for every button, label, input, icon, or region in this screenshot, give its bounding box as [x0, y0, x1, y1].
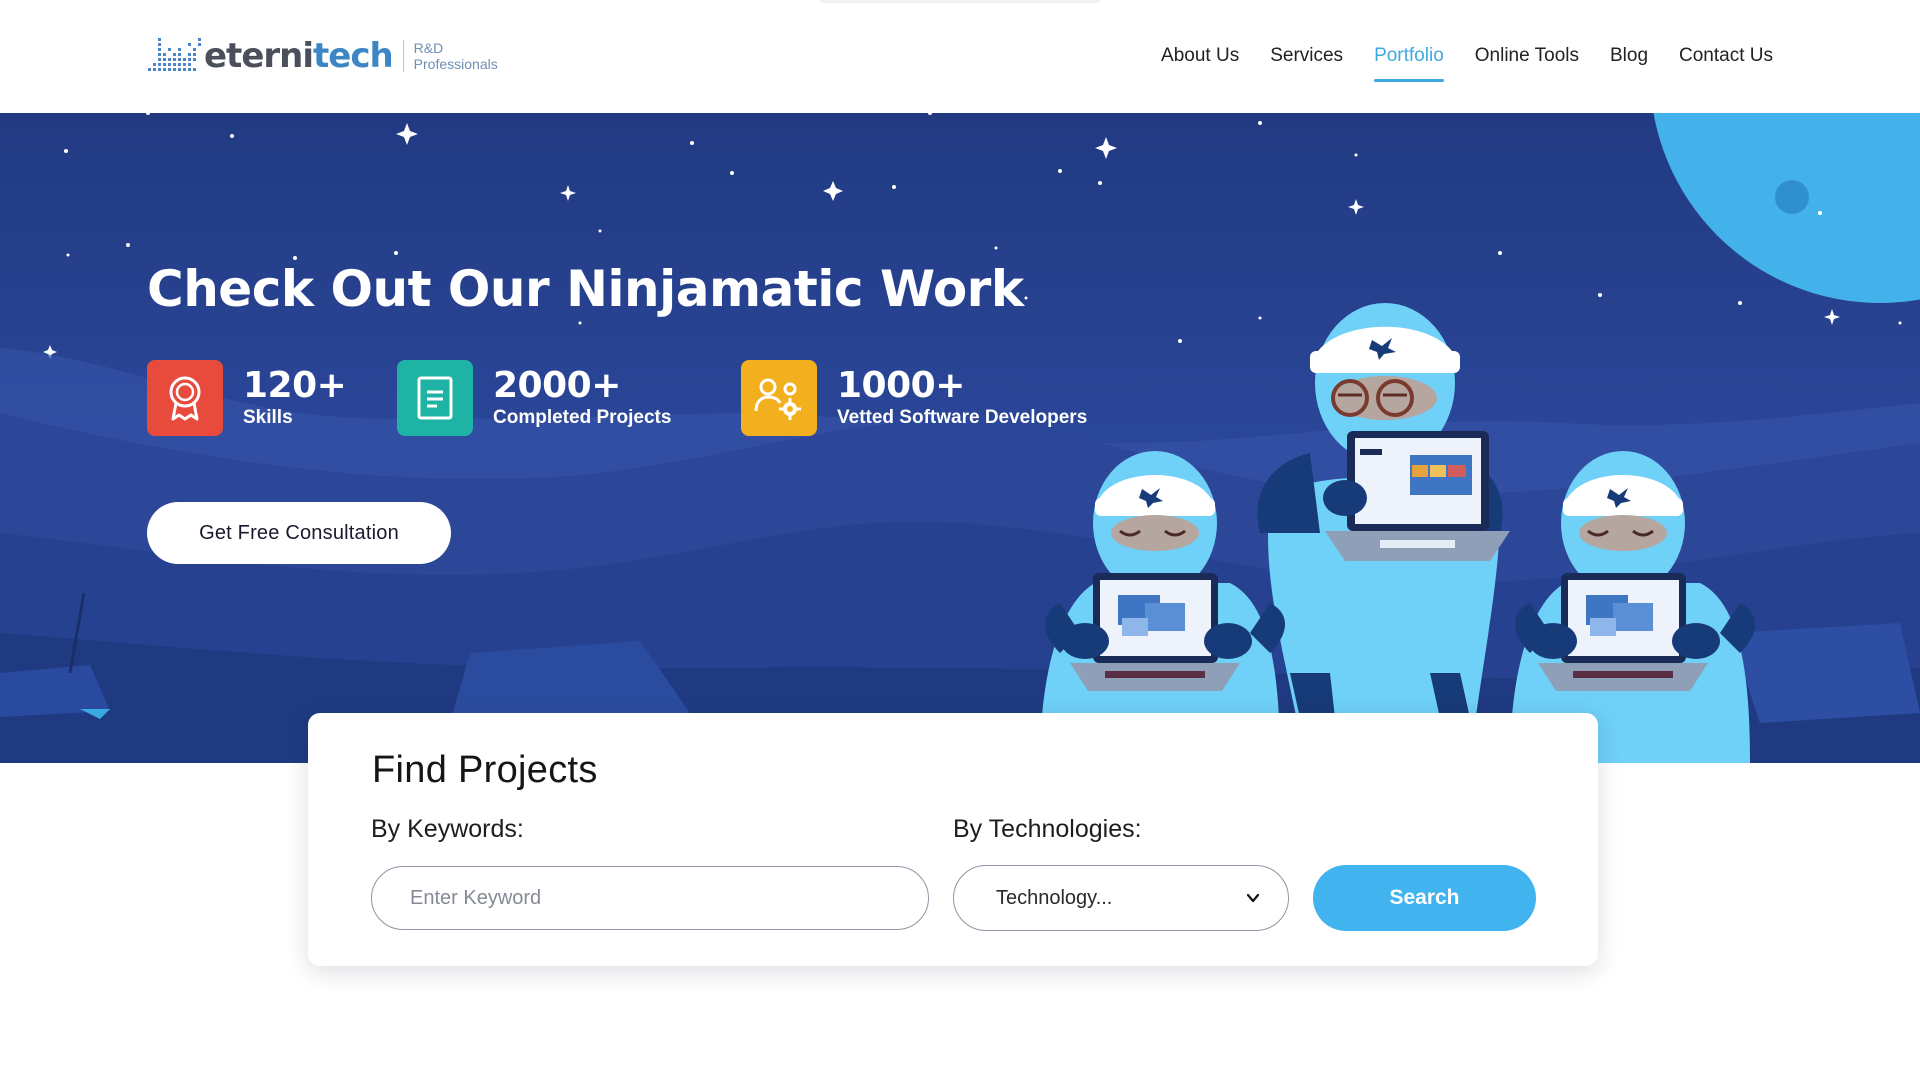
stat-developers: 1000+ Vetted Software Developers: [741, 360, 1087, 436]
ninja-center: [1257, 303, 1510, 763]
technologies-label: By Technologies:: [953, 815, 1142, 843]
nav-about-us[interactable]: About Us: [1161, 42, 1239, 82]
stat-developers-label: Vetted Software Developers: [837, 407, 1088, 428]
logo-tagline-line1: R&D: [413, 40, 444, 56]
stat-skills-value: 120+: [243, 365, 347, 406]
keywords-label: By Keywords:: [371, 815, 524, 843]
logo-wordmark: eternitech: [204, 34, 394, 78]
logo-word-part2: tech: [313, 36, 394, 76]
find-projects-card: Find Projects By Keywords: By Technologi…: [308, 713, 1598, 966]
header-notch: [820, 0, 1100, 3]
nav-online-tools[interactable]: Online Tools: [1475, 42, 1579, 82]
stat-projects-label: Completed Projects: [493, 407, 672, 428]
document-icon: [397, 360, 473, 436]
logo-word-part1: eterni: [204, 36, 314, 76]
site-header: eternitech R&D Professionals About Us Se…: [0, 0, 1920, 113]
eternitech-logo[interactable]: eternitech R&D Professionals: [146, 34, 498, 78]
stat-skills-label: Skills: [243, 407, 293, 428]
stat-projects: 2000+ Completed Projects: [397, 360, 671, 436]
nav-portfolio[interactable]: Portfolio: [1374, 42, 1444, 82]
logo-tagline-line2: Professionals: [413, 56, 498, 72]
get-free-consultation-button[interactable]: Get Free Consultation: [147, 502, 451, 564]
technology-select[interactable]: Technology...: [953, 865, 1289, 931]
nav-blog[interactable]: Blog: [1610, 42, 1648, 82]
hero-illustration: [0, 113, 1920, 763]
search-button[interactable]: Search: [1313, 865, 1536, 931]
hero-banner: Check Out Our Ninjamatic Work 120+ Skill…: [0, 113, 1920, 763]
stat-developers-value: 1000+: [837, 365, 965, 406]
planet-crater: [1775, 180, 1809, 214]
chevron-down-icon: [1246, 893, 1260, 903]
award-ribbon-icon: [147, 360, 223, 436]
logo-divider: [402, 40, 404, 72]
rock-right: [1730, 623, 1920, 723]
nav-services[interactable]: Services: [1270, 42, 1343, 82]
logo-tagline: R&D Professionals: [414, 40, 498, 72]
stat-projects-value: 2000+: [493, 365, 621, 406]
logo-mark-icon: [148, 38, 201, 71]
main-nav: About Us Services Portfolio Online Tools…: [1130, 42, 1773, 82]
find-projects-title: Find Projects: [372, 749, 598, 791]
technology-selected-value: Technology...: [996, 886, 1113, 909]
hero-title: Check Out Our Ninjamatic Work: [147, 260, 1024, 318]
developers-gear-icon: [741, 360, 817, 436]
stat-skills: 120+ Skills: [147, 360, 347, 436]
keyword-input[interactable]: [371, 866, 929, 930]
nav-contact-us[interactable]: Contact Us: [1679, 42, 1773, 82]
